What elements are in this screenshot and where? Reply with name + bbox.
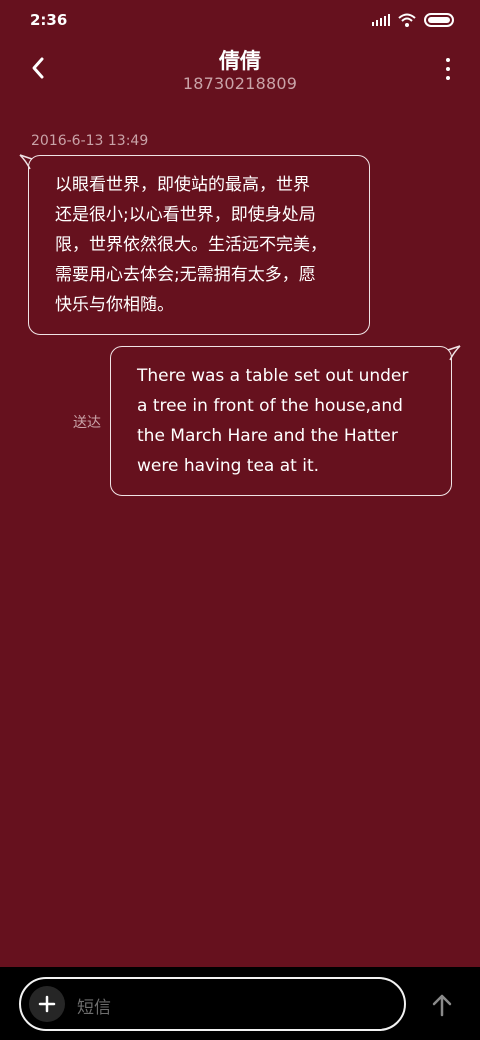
more-vertical-icon xyxy=(446,58,450,62)
plus-icon xyxy=(38,995,56,1013)
delivery-status: 送达 xyxy=(73,415,101,431)
message-text: There was a table set out under a tree i… xyxy=(137,366,409,476)
arrow-up-icon xyxy=(432,994,452,1017)
outgoing-message-bubble[interactable]: There was a table set out under a tree i… xyxy=(110,346,452,496)
contact-phone-number: 18730218809 xyxy=(182,74,298,93)
status-time: 2:36 xyxy=(30,11,68,29)
send-button[interactable] xyxy=(428,991,456,1019)
battery-fill xyxy=(428,17,450,23)
message-input[interactable]: 短信 xyxy=(19,977,406,1031)
wifi-icon xyxy=(398,13,416,27)
message-timestamp: 2016-6-13 13:49 xyxy=(31,133,149,149)
add-attachment-button[interactable] xyxy=(29,986,65,1022)
signal-icon xyxy=(372,14,390,26)
battery-icon xyxy=(424,13,454,27)
message-text: 以眼看世界，即使站的最高，世界 还是很小;以心看世界，即使身处局 限，世界依然很… xyxy=(55,175,327,315)
input-placeholder: 短信 xyxy=(77,998,111,1018)
incoming-message-bubble[interactable]: 以眼看世界，即使站的最高，世界 还是很小;以心看世界，即使身处局 限，世界依然很… xyxy=(28,155,370,335)
status-icons xyxy=(372,12,454,28)
more-options-button[interactable] xyxy=(440,54,456,84)
contact-name: 倩倩 xyxy=(219,49,261,73)
conversation-header: 倩倩 18730218809 xyxy=(0,40,480,100)
status-bar: 2:36 xyxy=(0,0,480,40)
message-composer: 短信 xyxy=(0,967,480,1040)
